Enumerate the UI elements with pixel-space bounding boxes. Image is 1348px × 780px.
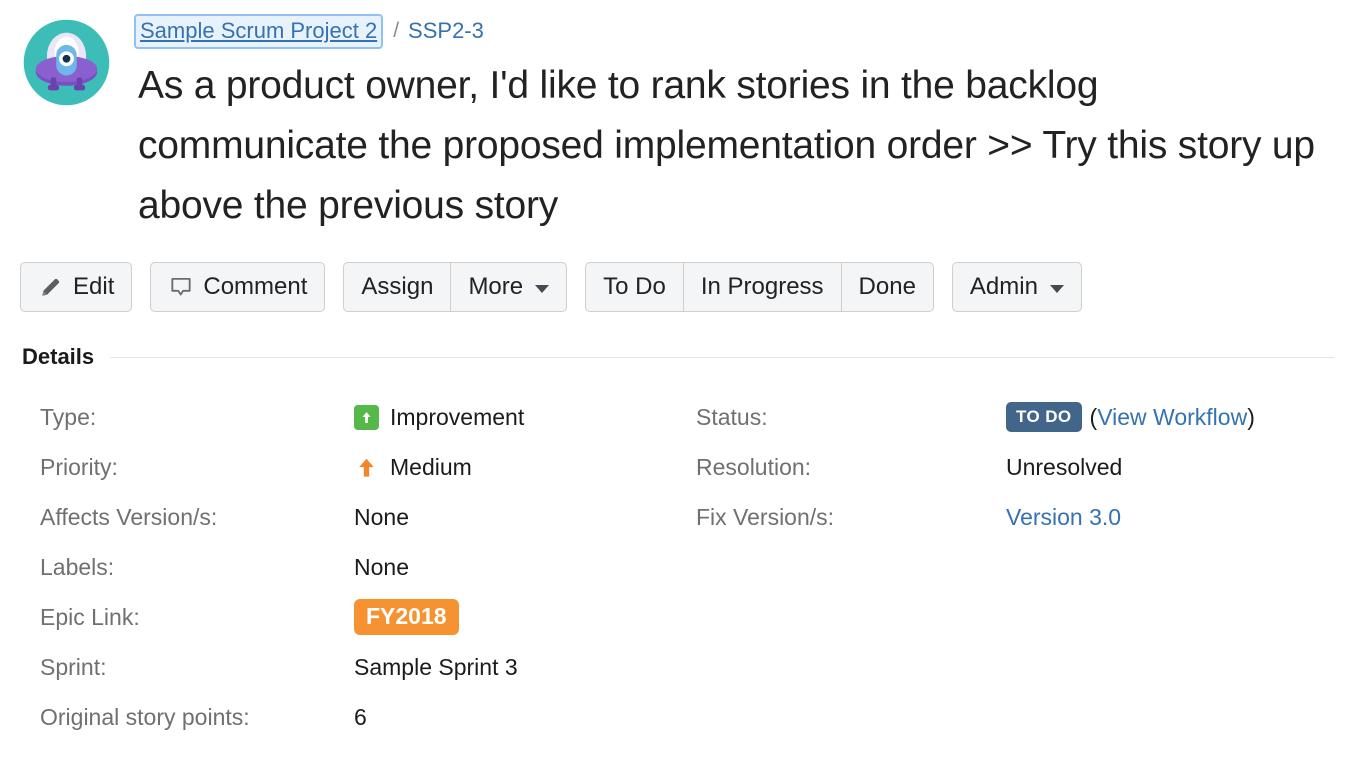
- breadcrumb-project-link-focus[interactable]: Sample Scrum Project 2: [134, 13, 384, 49]
- field-value-affects-versions: None: [354, 504, 409, 530]
- view-workflow-link[interactable]: View Workflow: [1097, 392, 1247, 442]
- comment-icon-svg: [171, 277, 191, 296]
- field-value-epic-link: FY2018: [354, 592, 696, 642]
- breadcrumb-issue-key[interactable]: SSP2-3: [408, 17, 484, 45]
- field-label-priority: Priority:: [40, 454, 118, 480]
- details-divider: [110, 356, 1334, 358]
- fix-version-link[interactable]: Version 3.0: [1006, 492, 1121, 542]
- field-value-status: TO DO ( View Workflow ): [1006, 392, 1338, 442]
- edit-button[interactable]: Edit: [20, 262, 133, 312]
- breadcrumb: Sample Scrum Project 2 / SSP2-3: [134, 13, 1338, 49]
- admin-button-group: Admin: [951, 262, 1082, 312]
- more-button[interactable]: More: [450, 262, 568, 312]
- comment-button[interactable]: Comment: [150, 262, 326, 312]
- improvement-arrow-icon-svg: [362, 411, 371, 423]
- field-value-priority-text: Medium: [390, 454, 472, 480]
- details-field-grid: Type: Improvement Status: TO DO ( View W…: [0, 392, 1348, 742]
- field-label-resolution: Resolution:: [696, 454, 812, 480]
- field-value-resolution: Unresolved: [1006, 454, 1123, 480]
- field-value-type: Improvement: [354, 392, 696, 442]
- field-label-fix-versions: Fix Version/s:: [696, 504, 835, 530]
- improvement-arrow-icon: [354, 404, 379, 430]
- field-value-spacer-3: [1006, 642, 1338, 692]
- chevron-down-icon: [535, 284, 550, 293]
- priority-medium-up-arrow-icon-svg: [359, 458, 374, 477]
- assign-button[interactable]: Assign: [343, 262, 451, 312]
- transition-in-progress-label: In Progress: [700, 273, 824, 300]
- field-label-sprint: Sprint:: [40, 654, 107, 680]
- field-label-spacer-2: [696, 592, 1006, 642]
- field-value-sprint: Sample Sprint 3: [354, 654, 518, 680]
- header-main: Sample Scrum Project 2 / SSP2-3 As a pro…: [120, 13, 1338, 236]
- transition-done-button[interactable]: Done: [840, 262, 934, 312]
- chevron-down-icon: [1049, 284, 1064, 293]
- transition-done-label: Done: [858, 273, 916, 300]
- field-value-priority: Medium: [354, 442, 696, 492]
- edit-button-group: Edit: [20, 262, 133, 312]
- field-value-spacer-4: [1006, 692, 1338, 742]
- workflow-close-paren: ): [1247, 404, 1255, 430]
- comment-button-label: Comment: [203, 273, 308, 300]
- assign-button-label: Assign: [361, 273, 434, 300]
- field-label-status: Status:: [696, 404, 768, 430]
- field-value-type-text: Improvement: [390, 404, 525, 430]
- field-label-epic-link: Epic Link:: [40, 604, 140, 630]
- field-label-spacer-3: [696, 642, 1006, 692]
- breadcrumb-separator: /: [393, 19, 400, 42]
- epic-link-badge[interactable]: FY2018: [354, 599, 459, 635]
- admin-button[interactable]: Admin: [951, 262, 1082, 312]
- more-button-label: More: [468, 273, 524, 300]
- field-value-original-story-points: 6: [354, 704, 367, 730]
- page-title: As a product owner, I'd like to rank sto…: [138, 64, 1315, 227]
- edit-button-label: Edit: [73, 273, 115, 300]
- issue-toolbar: Edit Comment Assign More To Do In Progre…: [0, 262, 1348, 312]
- field-label-type: Type:: [40, 404, 97, 430]
- assign-more-button-group: Assign More: [343, 262, 568, 312]
- field-label-spacer-4: [696, 692, 1006, 742]
- issue-header: Sample Scrum Project 2 / SSP2-3 As a pro…: [0, 0, 1348, 236]
- field-label-original-story-points: Original story points:: [40, 704, 250, 730]
- issue-page: Sample Scrum Project 2 / SSP2-3 As a pro…: [0, 0, 1348, 780]
- status-badge: TO DO: [1006, 402, 1082, 432]
- comment-button-group: Comment: [150, 262, 326, 312]
- field-value-fix-versions: Version 3.0: [1006, 492, 1338, 542]
- breadcrumb-project-link[interactable]: Sample Scrum Project 2: [140, 18, 377, 43]
- ufo-project-avatar-icon: [23, 19, 110, 106]
- field-value-spacer-2: [1006, 592, 1338, 642]
- workflow-transition-button-group: To Do In Progress Done: [585, 262, 934, 312]
- transition-to-do-button[interactable]: To Do: [585, 262, 683, 312]
- field-label-spacer-1: [696, 542, 1006, 592]
- admin-button-label: Admin: [969, 273, 1038, 300]
- details-section-header: Details: [0, 344, 1348, 370]
- avatar-container: [20, 14, 120, 109]
- field-value-spacer-1: [1006, 542, 1338, 592]
- field-label-labels: Labels:: [40, 554, 115, 580]
- transition-to-do-label: To Do: [603, 273, 666, 300]
- pencil-icon-svg: [42, 278, 60, 296]
- priority-medium-up-arrow-icon: [354, 455, 379, 480]
- comment-icon: [168, 274, 194, 300]
- pencil-icon: [38, 274, 64, 300]
- field-label-affects-versions: Affects Version/s:: [40, 504, 218, 530]
- transition-in-progress-button[interactable]: In Progress: [682, 262, 841, 312]
- workflow-open-paren: (: [1089, 404, 1098, 430]
- field-value-labels: None: [354, 554, 409, 580]
- details-section-title: Details: [22, 344, 95, 369]
